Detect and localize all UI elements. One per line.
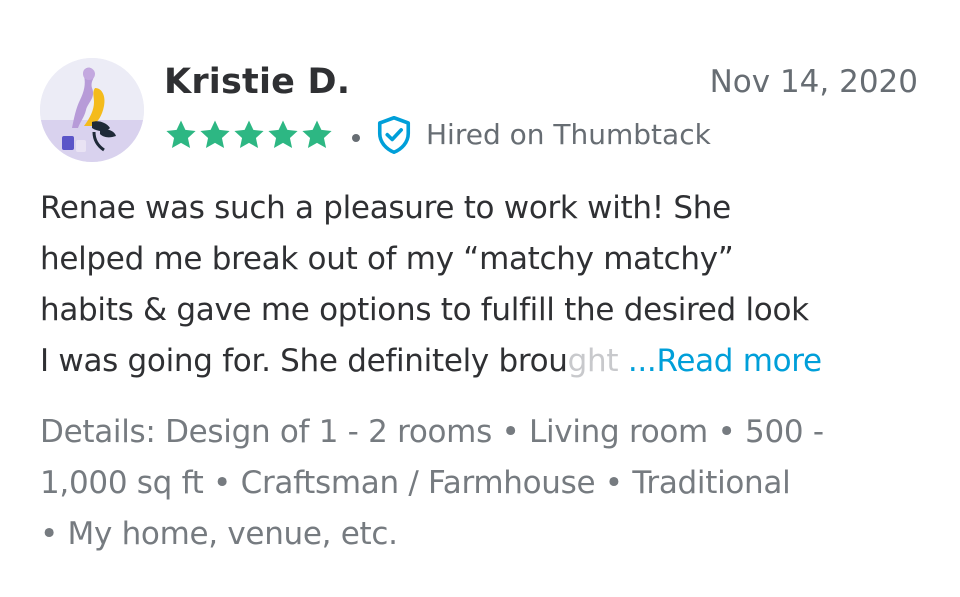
star-icon bbox=[234, 120, 264, 149]
separator-dot bbox=[352, 134, 360, 142]
review-card: Kristie D. Nov 14, 2020 Hired on Thumbta… bbox=[40, 55, 920, 560]
star-icon bbox=[302, 120, 332, 149]
star-icon bbox=[268, 120, 298, 149]
review-date: Nov 14, 2020 bbox=[709, 64, 918, 100]
read-more-link[interactable]: ...Read more bbox=[628, 343, 822, 379]
avatar-image bbox=[40, 58, 144, 162]
review-body-faded-text: ght bbox=[567, 343, 628, 379]
star-icon bbox=[200, 120, 230, 149]
avatar bbox=[40, 58, 144, 162]
details-line: Details: Design of 1 - 2 rooms • Living … bbox=[40, 414, 824, 450]
shield-check-icon bbox=[377, 115, 411, 155]
star-icon bbox=[166, 120, 196, 149]
review-body: Renae was such a pleasure to work with! … bbox=[40, 183, 920, 387]
review-header: Kristie D. Nov 14, 2020 Hired on Thumbta… bbox=[40, 55, 920, 165]
review-body-visible-text: I was going for. She definitely brou bbox=[40, 343, 568, 379]
project-details: Details: Design of 1 - 2 rooms • Living … bbox=[40, 407, 920, 560]
details-line: • My home, venue, etc. bbox=[40, 516, 398, 552]
review-body-line: habits & gave me options to fulfill the … bbox=[40, 292, 809, 328]
details-line: 1,000 sq ft • Craftsman / Farmhouse • Tr… bbox=[40, 465, 791, 501]
review-body-line: helped me break out of my “matchy matchy… bbox=[40, 241, 734, 277]
review-body-last-line: I was going for. She definitely brought … bbox=[40, 336, 920, 387]
review-meta: Hired on Thumbtack bbox=[164, 113, 711, 157]
hired-on-thumbtack-label: Hired on Thumbtack bbox=[426, 118, 711, 151]
star-rating bbox=[164, 118, 334, 152]
reviewer-name: Kristie D. bbox=[164, 62, 351, 102]
review-body-line: Renae was such a pleasure to work with! … bbox=[40, 190, 731, 226]
